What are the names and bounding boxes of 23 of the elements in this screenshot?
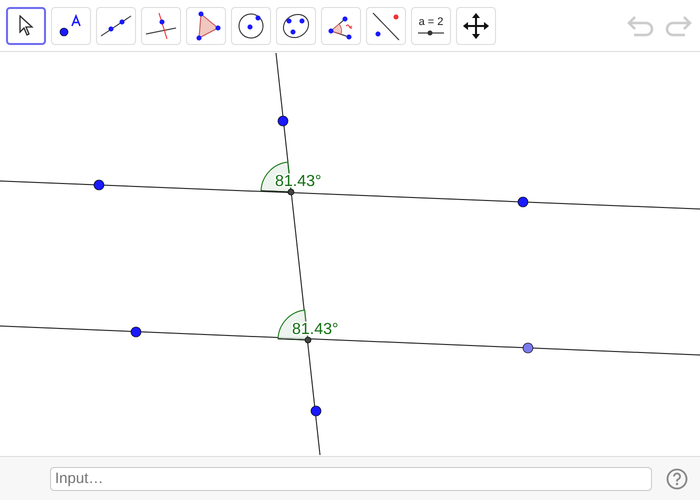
point[interactable] xyxy=(130,326,142,338)
circle-icon xyxy=(237,12,265,40)
slider-track-icon xyxy=(417,30,445,36)
tool-button[interactable] xyxy=(6,6,46,44)
input-field[interactable]: Input… xyxy=(50,466,652,490)
point[interactable] xyxy=(310,406,322,416)
point[interactable] xyxy=(94,180,104,190)
undo-icon xyxy=(626,14,656,36)
perpendicular-line-icon xyxy=(145,12,177,40)
reflect-point-icon xyxy=(370,10,402,40)
point[interactable] xyxy=(518,196,528,208)
arrow-cursor-icon xyxy=(18,14,34,36)
slider-icon-label: a = 2 xyxy=(418,16,444,28)
ellipse-icon xyxy=(281,12,311,40)
point[interactable] xyxy=(278,116,288,126)
intersection-point[interactable] xyxy=(288,188,294,196)
point[interactable] xyxy=(522,342,534,354)
line-icon xyxy=(100,14,132,38)
redo-icon xyxy=(663,14,693,36)
help-icon[interactable] xyxy=(666,468,688,490)
tool-button[interactable]: a = 2 xyxy=(411,6,451,44)
four-way-arrow-icon xyxy=(463,12,489,38)
intersection-point[interactable] xyxy=(304,336,312,344)
